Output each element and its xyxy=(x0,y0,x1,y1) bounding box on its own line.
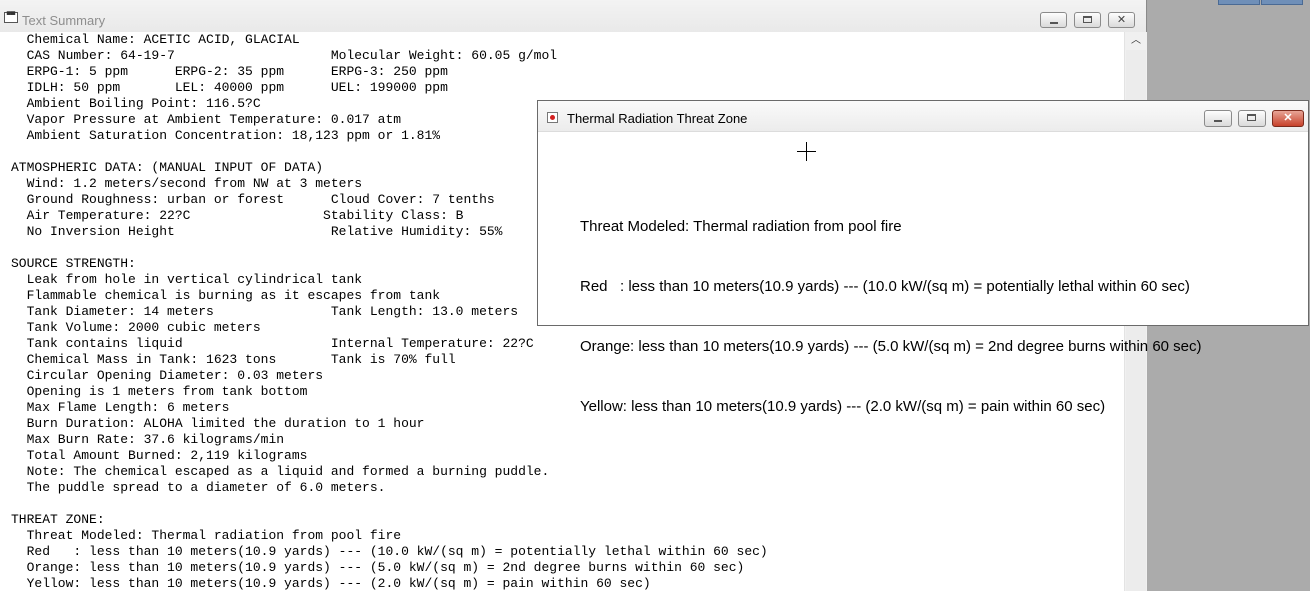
summary-line: Tank Diameter: 14 meters Tank Length: 13… xyxy=(11,304,519,319)
app-icon[interactable]: ▀▀ xyxy=(4,12,18,23)
maximize-icon xyxy=(1083,16,1092,23)
summary-line: Ambient Saturation Concentration: 18,123… xyxy=(11,128,441,143)
minimize-icon xyxy=(1214,120,1222,122)
summary-line: Air Temperature: 22?C Stability Class: B xyxy=(11,208,464,223)
summary-line: Circular Opening Diameter: 0.03 meters xyxy=(11,368,324,383)
summary-line: Vapor Pressure at Ambient Temperature: 0… xyxy=(11,112,402,127)
threat-zone-orange: Orange: less than 10 meters(10.9 yards) … xyxy=(580,338,1202,355)
minimize-icon xyxy=(1050,22,1058,24)
summary-line: Max Flame Length: 6 meters xyxy=(11,400,230,415)
background-window-button[interactable] xyxy=(1218,0,1260,5)
summary-line: Yellow: less than 10 meters(10.9 yards) … xyxy=(11,576,651,591)
summary-line: Wind: 1.2 meters/second from NW at 3 met… xyxy=(11,176,363,191)
threat-zone-icon[interactable] xyxy=(547,112,558,123)
summary-line: ATMOSPHERIC DATA: (MANUAL INPUT OF DATA) xyxy=(11,160,324,175)
window-title: Text Summary xyxy=(22,13,106,28)
summary-line: THREAT ZONE: xyxy=(11,512,105,527)
threat-maximize-button[interactable] xyxy=(1238,110,1266,127)
summary-line: Opening is 1 meters from tank bottom xyxy=(11,384,308,399)
threat-zone-window: Thermal Radiation Threat Zone ✕ Threat M… xyxy=(537,100,1309,415)
maximize-button[interactable] xyxy=(1074,12,1101,28)
threat-window-title: Thermal Radiation Threat Zone xyxy=(567,111,748,126)
threat-zone-yellow: Yellow: less than 10 meters(10.9 yards) … xyxy=(580,398,1106,415)
summary-line: Note: The chemical escaped as a liquid a… xyxy=(11,464,550,479)
summary-line: CAS Number: 64-19-7 Molecular Weight: 60… xyxy=(11,48,558,63)
summary-line: IDLH: 50 ppm LEL: 40000 ppm UEL: 199000 … xyxy=(11,80,448,95)
summary-line: Chemical Mass in Tank: 1623 tons Tank is… xyxy=(11,352,456,367)
threat-title-bar[interactable]: Thermal Radiation Threat Zone ✕ xyxy=(538,101,1308,132)
summary-line: Chemical Name: ACETIC ACID, GLACIAL xyxy=(11,32,300,47)
close-button[interactable]: ✕ xyxy=(1108,12,1135,28)
title-bar[interactable]: ▀▀ Text Summary ✕ xyxy=(0,0,1146,33)
summary-line: Leak from hole in vertical cylindrical t… xyxy=(11,272,363,287)
summary-line: SOURCE STRENGTH: xyxy=(11,256,136,271)
close-icon: ✕ xyxy=(1116,14,1127,26)
crosshair-cursor-icon xyxy=(797,151,816,152)
summary-line: Red : less than 10 meters(10.9 yards) --… xyxy=(11,544,768,559)
summary-line: Flammable chemical is burning as it esca… xyxy=(11,288,441,303)
scroll-up-arrow-icon[interactable]: ︿ xyxy=(1125,32,1147,49)
summary-line: Max Burn Rate: 37.6 kilograms/min xyxy=(11,432,285,447)
summary-line: Ambient Boiling Point: 116.5?C xyxy=(11,96,261,111)
threat-modeled-text: Threat Modeled: Thermal radiation from p… xyxy=(580,218,902,235)
background-window-button[interactable] xyxy=(1261,0,1303,5)
threat-summary: Threat Modeled: Thermal radiation from p… xyxy=(580,177,1202,457)
summary-line: Threat Modeled: Thermal radiation from p… xyxy=(11,528,402,543)
summary-line: ERPG-1: 5 ppm ERPG-2: 35 ppm ERPG-3: 250… xyxy=(11,64,448,79)
summary-line: Ground Roughness: urban or forest Cloud … xyxy=(11,192,495,207)
threat-minimize-button[interactable] xyxy=(1204,110,1232,127)
minimize-button[interactable] xyxy=(1040,12,1067,28)
summary-line: Tank contains liquid Internal Temperatur… xyxy=(11,336,534,351)
summary-line: No Inversion Height Relative Humidity: 5… xyxy=(11,224,503,239)
summary-line: Total Amount Burned: 2,119 kilograms xyxy=(11,448,308,463)
summary-line: Orange: less than 10 meters(10.9 yards) … xyxy=(11,560,745,575)
close-icon: ✕ xyxy=(1283,112,1293,124)
summary-line: Burn Duration: ALOHA limited the duratio… xyxy=(11,416,425,431)
maximize-icon xyxy=(1247,114,1256,121)
threat-zone-red: Red : less than 10 meters(10.9 yards) --… xyxy=(580,278,1190,295)
threat-close-button[interactable]: ✕ xyxy=(1272,110,1304,127)
summary-line: The puddle spread to a diameter of 6.0 m… xyxy=(11,480,386,495)
summary-line: Tank Volume: 2000 cubic meters xyxy=(11,320,261,335)
